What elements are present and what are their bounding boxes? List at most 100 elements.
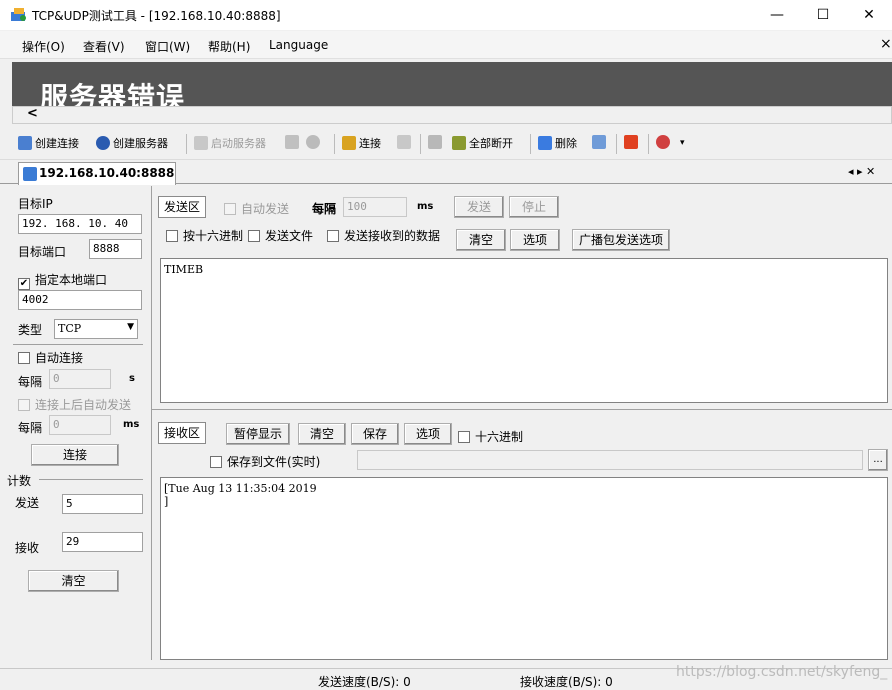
toolbar-separator [616, 134, 617, 154]
chevron-down-icon: ▼ [127, 322, 134, 332]
interval-label: 每隔 [18, 375, 43, 389]
local-port-checkbox[interactable]: ✔ 指定本地端口 [18, 271, 107, 290]
recv-save-button[interactable]: 保存 [351, 423, 399, 445]
send-textarea[interactable]: TIMEB [160, 258, 888, 403]
connect-button[interactable]: 连接 [342, 135, 381, 153]
send-recv-splitter[interactable] [152, 409, 892, 410]
browse-button[interactable]: ... [868, 449, 888, 471]
menu-help[interactable]: 帮助(H) [208, 38, 250, 55]
menu-language[interactable]: Language [269, 38, 328, 52]
send-button[interactable]: 发送 [454, 196, 504, 218]
help-icon [656, 135, 670, 149]
send-file-checkbox[interactable]: 发送文件 [248, 227, 313, 244]
create-server-label: 创建服务器 [113, 137, 168, 150]
clear-count-button[interactable]: 清空 [28, 570, 119, 592]
interval-unit: s [129, 373, 135, 384]
toolbar-overflow-button[interactable]: ▾ [680, 138, 685, 156]
auto-send-after-connect-checkbox[interactable]: 连接上后自动发送 [18, 396, 131, 413]
interval-input[interactable]: 0 [49, 369, 111, 389]
network-settings-icon [592, 135, 606, 149]
type-select-value: TCP [58, 322, 82, 335]
window-title: TCP&UDP测试工具 - [192.168.10.40:8888] [32, 9, 281, 23]
send-area-title: 发送区 [158, 196, 206, 218]
disconnect-plug-icon [397, 135, 411, 149]
send-options-button[interactable]: 选项 [510, 229, 560, 251]
delete-button[interactable]: 删除 [538, 135, 577, 153]
toolbar: 创建连接 创建服务器 启动服务器 连接 全部断开 删除 ▾ [0, 128, 892, 160]
create-server-button[interactable]: 创建服务器 [96, 135, 168, 153]
auto-connect-check[interactable] [18, 352, 30, 364]
send-file-check[interactable] [248, 230, 260, 242]
auto-send-after-check[interactable] [18, 399, 30, 411]
send-speed: 发送速度(B/S): 0 [318, 675, 411, 689]
tab-label: 192.168.10.40:8888 [39, 166, 175, 180]
interval2-unit: ms [123, 419, 140, 430]
start-server-button[interactable]: 启动服务器 [194, 135, 266, 153]
connect-label: 连接 [359, 137, 381, 150]
auto-connect-label: 自动连接 [35, 351, 84, 365]
send-received-checkbox[interactable]: 发送接收到的数据 [327, 227, 440, 244]
recv-textarea[interactable]: [Tue Aug 13 11:35:04 2019 ] [160, 477, 888, 660]
hex-send-check[interactable] [166, 230, 178, 242]
disconnect-all-button[interactable]: 全部断开 [452, 135, 513, 153]
recv-speed: 接收速度(B/S): 0 [520, 675, 613, 689]
target-ip-input[interactable]: 192. 168. 10. 40 [18, 214, 142, 234]
hex-send-checkbox[interactable]: 按十六进制 [166, 227, 243, 244]
send-file-label: 发送文件 [265, 229, 314, 243]
maximize-button[interactable]: ☐ [800, 0, 846, 30]
tab-navigation-arrows[interactable]: ◂ ▸ ✕ [848, 165, 875, 178]
auto-connect-checkbox[interactable]: 自动连接 [18, 349, 83, 366]
send-count-value: 5 [62, 494, 143, 514]
disconnect-button[interactable] [397, 135, 414, 153]
create-connection-button[interactable]: 创建连接 [18, 135, 79, 153]
menu-window[interactable]: 窗口(W) [145, 38, 190, 55]
menu-operate[interactable]: 操作(O) [22, 38, 65, 55]
toolbar-separator [186, 134, 187, 154]
close-window-button[interactable]: ✕ [846, 0, 892, 30]
menu-view[interactable]: 查看(V) [83, 38, 125, 55]
save-to-file-checkbox[interactable]: 保存到文件(实时) [210, 453, 320, 470]
interval2-input[interactable]: 0 [49, 415, 111, 435]
start-server-label: 启动服务器 [211, 137, 266, 150]
count-divider [39, 479, 143, 480]
stop-record-button[interactable] [624, 135, 641, 153]
banner-scrollbar[interactable]: < [12, 106, 892, 124]
stop-server-button[interactable] [285, 135, 302, 153]
send-interval-unit: ms [417, 201, 434, 212]
auto-send-checkbox[interactable]: 自动发送 [224, 200, 289, 217]
send-count-label: 发送 [15, 496, 40, 510]
recv-clear-button[interactable]: 清空 [298, 423, 346, 445]
send-interval-input[interactable]: 100 [343, 197, 407, 217]
scroll-left-arrow[interactable]: < [27, 106, 38, 121]
send-received-check[interactable] [327, 230, 339, 242]
toolbar-separator [648, 134, 649, 154]
auto-send-check[interactable] [224, 203, 236, 215]
minimize-button[interactable]: — [754, 0, 800, 30]
recv-hex-check[interactable] [458, 431, 470, 443]
target-port-input[interactable]: 8888 [89, 239, 142, 259]
send-all-button[interactable] [428, 135, 445, 153]
connect-button-left[interactable]: 连接 [31, 444, 119, 466]
send-clear-button[interactable]: 清空 [456, 229, 506, 251]
delete-x-icon [538, 136, 552, 150]
save-file-path-input[interactable] [357, 450, 863, 470]
connection-tab-icon [23, 167, 37, 181]
auto-send-label: 自动发送 [241, 202, 290, 216]
save-to-file-check[interactable] [210, 456, 222, 468]
menu-close-button[interactable]: × [880, 36, 892, 52]
type-select[interactable]: TCP ▼ [54, 319, 138, 339]
auto-send-after-label: 连接上后自动发送 [35, 398, 132, 412]
broadcast-options-button[interactable]: 广播包发送选项 [572, 229, 670, 251]
help-button[interactable] [656, 135, 673, 153]
recv-options-button[interactable]: 选项 [404, 423, 452, 445]
interval2-label: 每隔 [18, 421, 43, 435]
local-port-input[interactable]: 4002 [18, 290, 142, 310]
local-port-check[interactable]: ✔ [18, 278, 30, 290]
pause-display-button[interactable]: 暂停显示 [226, 423, 290, 445]
recv-hex-checkbox[interactable]: 十六进制 [458, 428, 523, 445]
cancel-button[interactable] [306, 135, 323, 153]
tab-connection[interactable]: 192.168.10.40:8888 [18, 162, 176, 185]
stop-button[interactable]: 停止 [509, 196, 559, 218]
network-settings-button[interactable] [592, 135, 609, 153]
server-banner: 服务器错误 < [12, 62, 892, 124]
